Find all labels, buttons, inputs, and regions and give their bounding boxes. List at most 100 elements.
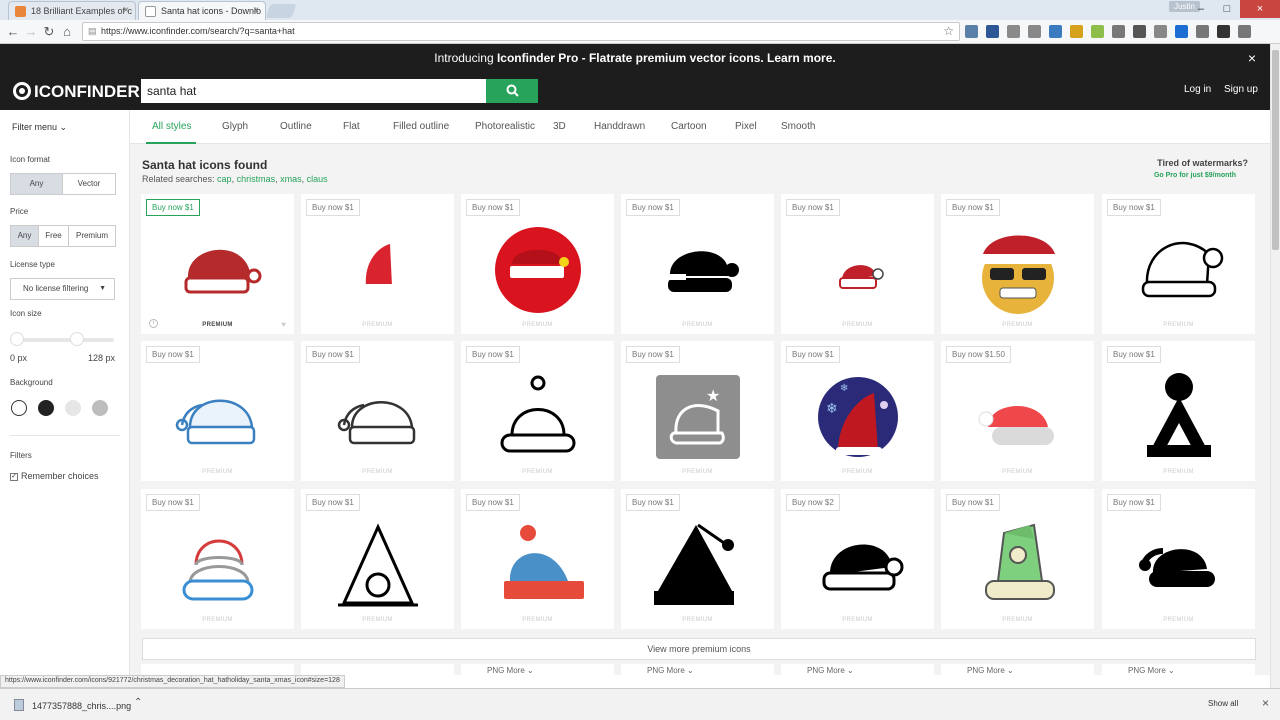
chevron-up-icon[interactable]: ⌃ (134, 697, 142, 708)
icon-card[interactable]: Buy now $1 PREMIUM (1102, 341, 1255, 481)
tab-handdrawn[interactable]: Handdrawn (594, 121, 645, 132)
tab-flat[interactable]: Flat (343, 121, 360, 132)
buy-now-button[interactable]: Buy now $1 (626, 494, 680, 511)
icon-card[interactable]: Buy now $1 PREMIUM (301, 489, 454, 629)
format-vector-option[interactable]: Vector (63, 174, 115, 194)
remember-choices-label[interactable]: Remember choices (21, 471, 99, 481)
tab-filled-outline[interactable]: Filled outline (393, 121, 449, 132)
buy-now-button[interactable]: Buy now $1 (466, 346, 520, 363)
related-link[interactable]: christmas (237, 174, 276, 184)
remember-choices-checkbox[interactable]: ✓ (10, 473, 18, 481)
view-more-button[interactable]: View more premium icons (142, 638, 1256, 660)
icon-card-partial[interactable] (621, 664, 774, 676)
format-any-option[interactable]: Any (11, 174, 63, 194)
icon-card-partial[interactable] (941, 664, 1094, 676)
png-download-link[interactable]: PNG More ⌄ (647, 666, 694, 675)
icon-card[interactable]: Buy now $1 PREMIUM (621, 489, 774, 629)
icon-card[interactable]: Buy now $1 PREMIUM (941, 489, 1094, 629)
buy-now-button[interactable]: Buy now $1 (306, 346, 360, 363)
tab-pixel[interactable]: Pixel (735, 121, 757, 132)
png-download-link[interactable]: PNG More ⌄ (487, 666, 534, 675)
filter-menu-toggle[interactable]: Filter menu ⌄ (12, 122, 67, 133)
buy-now-button[interactable]: Buy now $1 (946, 199, 1000, 216)
icon-card[interactable]: Buy now $1 PREMIUM (461, 489, 614, 629)
browser-extension-icon[interactable] (1133, 25, 1146, 38)
browser-extension-icon[interactable] (1091, 25, 1104, 38)
buy-now-button[interactable]: Buy now $1 (146, 346, 200, 363)
browser-extension-icon[interactable] (1196, 25, 1209, 38)
browser-extension-icon[interactable] (1028, 25, 1041, 38)
close-banner-icon[interactable]: × (1248, 44, 1256, 72)
tab-all-styles[interactable]: All styles (152, 121, 191, 132)
icon-card[interactable]: Buy now $1 PREMIUM i ♥ (141, 194, 294, 334)
buy-now-button[interactable]: Buy now $1 (146, 199, 200, 216)
icon-card-partial[interactable] (781, 664, 934, 676)
png-download-link[interactable]: PNG More ⌄ (807, 666, 854, 675)
browser-extension-icon[interactable] (1238, 25, 1251, 38)
icon-card[interactable]: Buy now $2 PREMIUM (781, 489, 934, 629)
size-min-handle[interactable] (10, 332, 24, 346)
bg-black-swatch[interactable] (38, 400, 54, 416)
info-icon[interactable]: i (149, 319, 158, 328)
bg-checker-swatch[interactable] (92, 400, 108, 416)
icon-card[interactable]: Buy now $1 ❄ ❄ PREMIUM (781, 341, 934, 481)
reload-icon[interactable]: ↻ (40, 23, 58, 41)
buy-now-button[interactable]: Buy now $1 (946, 494, 1000, 511)
png-download-link[interactable]: PNG More ⌄ (1128, 666, 1175, 675)
close-tab-icon[interactable]: × (253, 5, 259, 16)
license-select[interactable]: No license filtering ▼ (10, 278, 115, 300)
icon-card[interactable]: Buy now $1 PREMIUM (941, 194, 1094, 334)
favorite-heart-icon[interactable]: ♥ (281, 320, 286, 329)
buy-now-button[interactable]: Buy now $1 (626, 199, 680, 216)
bg-white-swatch[interactable] (11, 400, 27, 416)
buy-now-button[interactable]: Buy now $1 (1107, 199, 1161, 216)
browser-tab[interactable]: 18 Brilliant Examples of c × (8, 1, 136, 20)
buy-now-button[interactable]: Buy now $1.50 (946, 346, 1011, 363)
tab-outline[interactable]: Outline (280, 121, 312, 132)
buy-now-button[interactable]: Buy now $1 (786, 346, 840, 363)
icon-card[interactable]: Buy now $1 PREMIUM (461, 194, 614, 334)
icon-card[interactable]: Buy now $1 PREMIUM (1102, 194, 1255, 334)
search-button[interactable] (486, 79, 538, 103)
browser-extension-icon[interactable] (1112, 25, 1125, 38)
buy-now-button[interactable]: Buy now $1 (1107, 346, 1161, 363)
login-link[interactable]: Log in (1184, 84, 1211, 95)
buy-now-button[interactable]: Buy now $1 (1107, 494, 1161, 511)
browser-extension-icon[interactable] (1175, 25, 1188, 38)
page-info-icon[interactable]: ▤ (88, 23, 97, 40)
promo-banner[interactable]: Introducing Iconfinder Pro - Flatrate pr… (0, 44, 1270, 72)
signup-link[interactable]: Sign up (1224, 84, 1258, 95)
buy-now-button[interactable]: Buy now $2 (786, 494, 840, 511)
browser-extension-icon[interactable] (986, 25, 999, 38)
go-pro-link[interactable]: Go Pro for just $9/month (1154, 172, 1236, 179)
icon-card[interactable]: Buy now $1 PREMIUM (141, 341, 294, 481)
browser-extension-icon[interactable] (1154, 25, 1167, 38)
new-tab-button[interactable] (265, 4, 297, 18)
browser-extension-icon[interactable] (965, 25, 978, 38)
price-any-option[interactable]: Any (11, 226, 39, 246)
buy-now-button[interactable]: Buy now $1 (626, 346, 680, 363)
forward-icon[interactable]: → (22, 23, 40, 41)
png-download-link[interactable]: PNG More ⌄ (967, 666, 1014, 675)
bg-light-swatch[interactable] (65, 400, 81, 416)
related-link[interactable]: cap (217, 174, 232, 184)
minimize-icon[interactable]: – (1188, 0, 1214, 18)
icon-card-partial[interactable] (461, 664, 614, 676)
icon-size-slider[interactable] (14, 338, 114, 342)
icon-card[interactable]: Buy now $1 PREMIUM (1102, 489, 1255, 629)
buy-now-button[interactable]: Buy now $1 (786, 199, 840, 216)
bookmark-star-icon[interactable]: ☆ (943, 23, 954, 40)
price-premium-option[interactable]: Premium (69, 226, 115, 246)
close-tab-icon[interactable]: × (123, 5, 129, 16)
scrollbar-thumb[interactable] (1272, 50, 1279, 250)
page-scrollbar[interactable] (1270, 44, 1280, 688)
tab-smooth[interactable]: Smooth (781, 121, 815, 132)
tab-cartoon[interactable]: Cartoon (671, 121, 707, 132)
buy-now-button[interactable]: Buy now $1 (466, 199, 520, 216)
tab-3d[interactable]: 3D (553, 121, 566, 132)
back-icon[interactable]: ← (4, 23, 22, 41)
buy-now-button[interactable]: Buy now $1 (306, 494, 360, 511)
size-max-handle[interactable] (70, 332, 84, 346)
address-bar[interactable]: ▤ https://www.iconfinder.com/search/?q=s… (82, 22, 960, 41)
icon-card[interactable]: Buy now $1 PREMIUM (301, 341, 454, 481)
